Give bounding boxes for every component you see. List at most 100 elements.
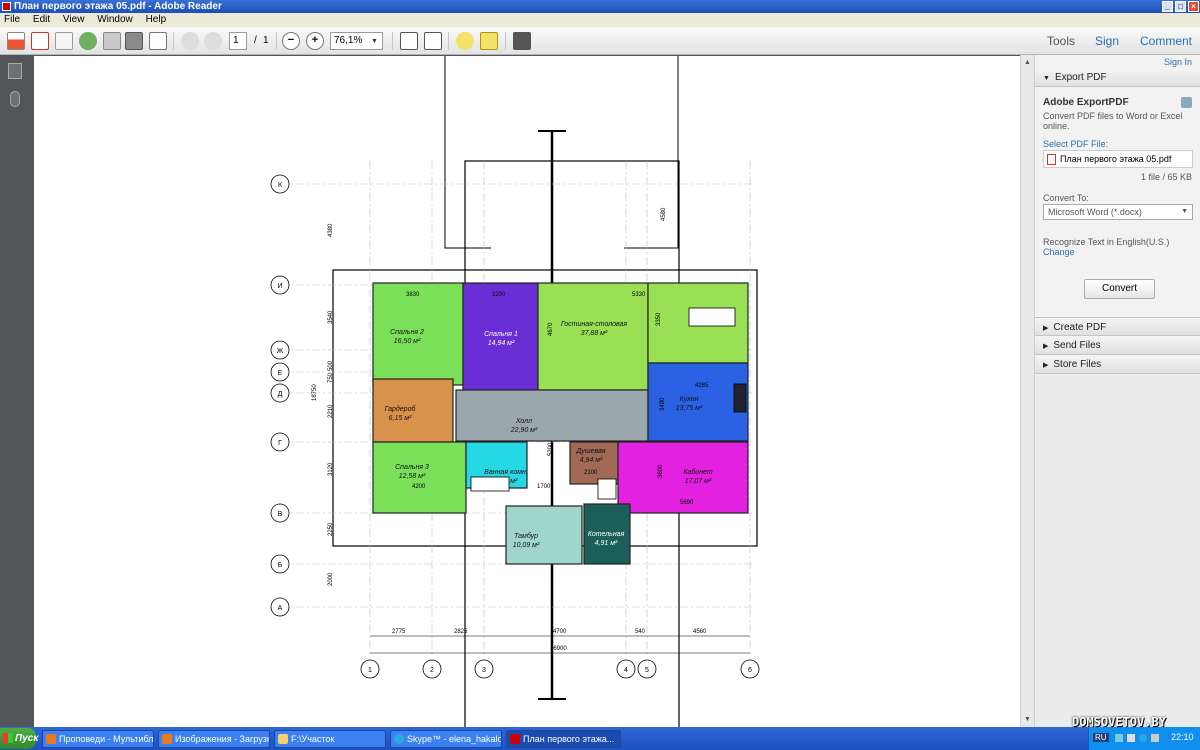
fit-width-icon[interactable] bbox=[424, 32, 442, 50]
room-area: 4,94 м² bbox=[580, 457, 603, 464]
triangle-right-icon: ▶ bbox=[1043, 325, 1049, 332]
room-area: 17,07 м² bbox=[685, 478, 712, 485]
close-button[interactable]: × bbox=[1188, 1, 1199, 12]
axis-row-label: А bbox=[278, 605, 283, 612]
room-name: Холл bbox=[515, 418, 532, 425]
edit-icon[interactable] bbox=[55, 32, 73, 50]
tray-app-icon[interactable] bbox=[1151, 734, 1159, 742]
menu-edit[interactable]: Edit bbox=[33, 14, 50, 25]
chevron-down-icon[interactable]: ▼ bbox=[371, 38, 378, 45]
skype-tray-icon[interactable] bbox=[1139, 734, 1147, 742]
axis-row-label: Е bbox=[278, 370, 283, 377]
pdf-file-icon bbox=[1047, 154, 1056, 165]
document-area: Спальня 2 16,50 м² Спальня 1 14,94 м² Гостин… bbox=[30, 55, 1020, 727]
open-icon[interactable] bbox=[31, 32, 49, 50]
clock[interactable]: 22:10 bbox=[1171, 732, 1194, 742]
vertical-scrollbar[interactable]: ▲ ▼ bbox=[1020, 55, 1034, 727]
export-pdf-header[interactable]: ▼ Export PDF bbox=[1035, 68, 1200, 87]
attachments-icon[interactable] bbox=[10, 91, 20, 107]
dimension-label: 18750 bbox=[312, 384, 318, 401]
menu-file[interactable]: File bbox=[4, 14, 20, 25]
language-indicator[interactable]: RU bbox=[1093, 733, 1109, 742]
network-icon[interactable] bbox=[1115, 734, 1123, 742]
scroll-up-icon[interactable]: ▲ bbox=[1023, 58, 1032, 67]
dimension-label: 750 bbox=[328, 372, 334, 383]
send-files-header[interactable]: ▶ Send Files bbox=[1035, 336, 1200, 355]
comment-icon[interactable] bbox=[456, 32, 474, 50]
task-label: Изображения - Загрузк... bbox=[175, 734, 270, 744]
menu-window[interactable]: Window bbox=[97, 14, 133, 25]
dimension-label: 3480 bbox=[660, 397, 666, 411]
menu-help[interactable]: Help bbox=[146, 14, 167, 25]
exportpdf-description: Convert PDF files to Word or Excel onlin… bbox=[1043, 111, 1183, 131]
create-pdf-header[interactable]: ▶ Create PDF bbox=[1035, 317, 1200, 336]
room-name: Тамбур bbox=[514, 532, 538, 540]
page-up-icon[interactable] bbox=[181, 32, 199, 50]
dimension-label: 4670 bbox=[548, 322, 554, 336]
dimension-label: 540 bbox=[635, 629, 646, 635]
pdf-page: Спальня 2 16,50 м² Спальня 1 14,94 м² Гостин… bbox=[34, 56, 1020, 727]
signin-link[interactable]: Sign In bbox=[1164, 57, 1192, 67]
room-name: Ванная комн. bbox=[484, 469, 528, 476]
room-area: 6,15 м² bbox=[389, 415, 412, 422]
format-select[interactable]: Microsoft Word (*.docx) ▼ bbox=[1043, 204, 1193, 220]
tab-tools[interactable]: Tools bbox=[1047, 33, 1075, 49]
dimension-label: 3830 bbox=[406, 292, 420, 298]
store-files-title: Store Files bbox=[1053, 359, 1102, 370]
selected-file-field[interactable]: План первого этажа 05.pdf bbox=[1043, 150, 1193, 168]
taskbar-item-skype[interactable]: Skype™ - elena_hakalo bbox=[390, 730, 502, 748]
dimension-label: 2825 bbox=[454, 629, 468, 635]
menu-view[interactable]: View bbox=[63, 14, 85, 25]
save-icon[interactable] bbox=[103, 32, 121, 50]
dimension-label: 4700 bbox=[553, 629, 567, 635]
firefox-icon bbox=[162, 734, 172, 744]
page-number-input[interactable]: 1 bbox=[229, 32, 247, 50]
floor-plan-drawing: Спальня 216,50 м²Спальня 114,94 м²Гостин… bbox=[270, 56, 760, 727]
dimension-label: 3540 bbox=[328, 310, 334, 324]
minimize-button[interactable]: _ bbox=[1162, 1, 1173, 12]
fullscreen-icon[interactable] bbox=[513, 32, 531, 50]
tab-sign[interactable]: Sign bbox=[1095, 33, 1119, 49]
page-thumbnails-icon[interactable] bbox=[8, 63, 22, 79]
skype-icon bbox=[394, 734, 404, 744]
store-files-header[interactable]: ▶ Store Files bbox=[1035, 355, 1200, 374]
taskbar-item-adobe-reader[interactable]: План первого этажа... bbox=[506, 730, 621, 748]
highlight-icon[interactable] bbox=[480, 32, 498, 50]
create-pdf-icon[interactable] bbox=[7, 32, 25, 50]
change-language-link[interactable]: Change bbox=[1043, 247, 1075, 257]
cloud-upload-icon[interactable] bbox=[79, 32, 97, 50]
convert-button[interactable]: Convert bbox=[1084, 279, 1155, 299]
axis-row-label: Б bbox=[278, 562, 283, 569]
print-icon[interactable] bbox=[125, 32, 143, 50]
selected-file-name: План первого этажа 05.pdf bbox=[1060, 154, 1172, 164]
fit-page-icon[interactable] bbox=[400, 32, 418, 50]
toolbar-separator bbox=[505, 32, 506, 50]
info-icon[interactable] bbox=[1181, 97, 1192, 108]
room-name: Котельная bbox=[588, 531, 625, 538]
zoom-out-icon[interactable]: − bbox=[282, 32, 300, 50]
maximize-button[interactable]: □ bbox=[1175, 1, 1186, 12]
page-down-icon[interactable] bbox=[204, 32, 222, 50]
start-button[interactable]: Пуск bbox=[0, 728, 38, 749]
dimension-label: 2250 bbox=[328, 522, 334, 536]
tools-pane: Sign In ▼ Export PDF Adobe ExportPDF Conv… bbox=[1034, 55, 1200, 727]
title-bar: План первого этажа 05.pdf - Adobe Reader… bbox=[0, 0, 1200, 13]
zoom-in-icon[interactable]: + bbox=[306, 32, 324, 50]
menu-bar: File Edit View Window Help bbox=[0, 13, 1200, 27]
axis-row-label: Г bbox=[278, 440, 282, 447]
scroll-down-icon[interactable]: ▼ bbox=[1023, 715, 1032, 724]
taskbar-item-explorer[interactable]: F:\Участок bbox=[274, 730, 386, 748]
taskbar-item-firefox-2[interactable]: Изображения - Загрузк... bbox=[158, 730, 270, 748]
email-icon[interactable] bbox=[149, 32, 167, 50]
axis-row-label: Д bbox=[278, 391, 283, 398]
room-5 bbox=[455, 389, 649, 442]
volume-icon[interactable] bbox=[1127, 734, 1135, 742]
tab-comment[interactable]: Comment bbox=[1140, 33, 1192, 49]
dimension-label: 2000 bbox=[328, 572, 334, 586]
dimension-label: 4380 bbox=[328, 223, 334, 237]
task-label: План первого этажа... bbox=[523, 734, 615, 744]
pane-empty-area bbox=[1035, 375, 1200, 727]
adobe-reader-icon bbox=[2, 2, 11, 11]
taskbar-item-firefox-1[interactable]: Проповеди - Мультибл... bbox=[42, 730, 154, 748]
task-label: F:\Участок bbox=[291, 734, 335, 744]
